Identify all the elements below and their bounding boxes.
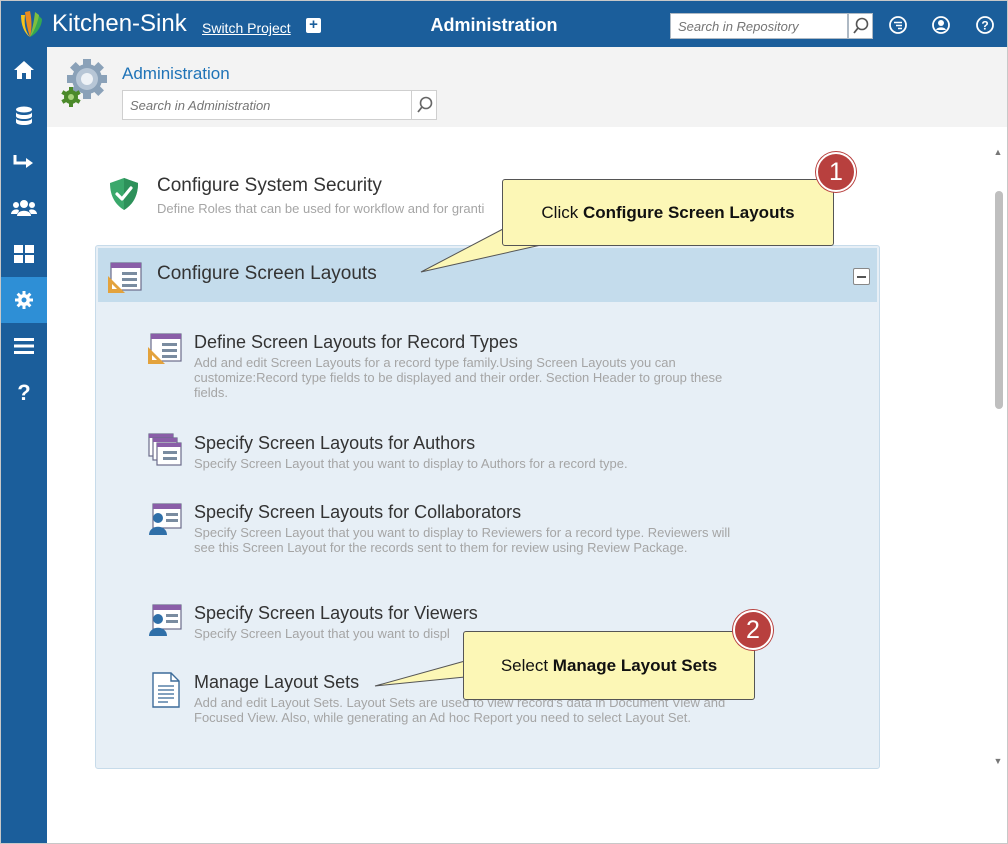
user-profile-icon[interactable] xyxy=(931,15,951,35)
svg-text:?: ? xyxy=(981,19,988,33)
security-title: Configure System Security xyxy=(157,175,382,196)
search-icon xyxy=(853,17,869,34)
callout-1-bold: Configure Screen Layouts xyxy=(582,202,795,222)
sidebar-item-help[interactable]: ? xyxy=(1,369,47,415)
item-title: Specify Screen Layouts for Viewers xyxy=(194,603,478,623)
collapse-button[interactable] xyxy=(853,268,870,285)
screen-layout-icon xyxy=(108,262,142,293)
scroll-down-arrow[interactable]: ▼ xyxy=(993,756,1003,766)
user-layout-icon xyxy=(149,503,182,535)
arrow-right-icon xyxy=(13,155,33,168)
tasks-icon[interactable] xyxy=(888,15,908,35)
scrollbar-thumb[interactable] xyxy=(995,191,1003,409)
admin-section-title: Administration xyxy=(122,64,230,83)
sidebar: ? xyxy=(1,47,47,843)
callout-2-bold: Manage Layout Sets xyxy=(552,655,718,675)
help-icon: ? xyxy=(17,381,30,403)
dashboard-icon xyxy=(14,245,34,263)
sidebar-item-workflow[interactable] xyxy=(1,139,47,185)
administration-gears-icon xyxy=(61,59,107,107)
sidebar-item-users[interactable] xyxy=(1,185,47,231)
admin-search-input[interactable] xyxy=(122,90,412,120)
shield-check-icon xyxy=(110,178,138,210)
step-1-badge: 1 xyxy=(816,152,856,192)
item-title: Define Screen Layouts for Record Types xyxy=(194,332,518,352)
users-icon xyxy=(11,200,37,216)
item-title: Manage Layout Sets xyxy=(194,672,360,692)
sidebar-item-menu[interactable] xyxy=(1,323,47,369)
top-bar: Kitchen-Sink Switch Project + Administra… xyxy=(1,1,1007,47)
layout-stack-icon xyxy=(148,433,182,466)
authors-layouts-item[interactable]: Specify Screen Layouts for Authors Speci… xyxy=(148,433,748,473)
admin-search-button[interactable] xyxy=(411,90,437,120)
repository-search-input[interactable] xyxy=(670,13,848,39)
help-circle-icon[interactable]: ? xyxy=(975,15,995,35)
database-icon xyxy=(16,106,32,125)
sidebar-item-administration[interactable] xyxy=(1,277,47,323)
home-icon xyxy=(14,61,34,79)
sidebar-item-home[interactable] xyxy=(1,47,47,93)
callout-2: Select Manage Layout Sets xyxy=(463,631,755,700)
scroll-up-arrow[interactable]: ▲ xyxy=(993,147,1003,157)
admin-header: Administration xyxy=(47,47,1007,127)
collaborators-layouts-item[interactable]: Specify Screen Layouts for Collaborators… xyxy=(148,502,748,572)
define-screen-layouts-item[interactable]: Define Screen Layouts for Record Types A… xyxy=(148,332,748,402)
callout-2-prefix: Select xyxy=(500,655,553,675)
security-description: Define Roles that can be used for workfl… xyxy=(157,201,485,216)
sidebar-item-repository[interactable] xyxy=(1,93,47,139)
user-layout-icon xyxy=(149,604,182,636)
item-title: Specify Screen Layouts for Collaborators xyxy=(194,502,522,522)
callout-1: Click Configure Screen Layouts xyxy=(502,179,834,246)
screen-layout-icon xyxy=(148,333,182,364)
search-icon xyxy=(417,96,433,113)
item-title: Specify Screen Layouts for Authors xyxy=(194,433,476,453)
app-window: Kitchen-Sink Switch Project + Administra… xyxy=(0,0,1008,844)
gear-icon xyxy=(15,291,33,309)
screen-layouts-title: Configure Screen Layouts xyxy=(157,263,377,284)
callout-1-prefix: Click xyxy=(541,202,583,222)
screen-layouts-panel-header[interactable]: Configure Screen Layouts xyxy=(98,248,877,302)
document-icon xyxy=(152,672,180,708)
svg-text:?: ? xyxy=(17,381,30,403)
item-description: Add and edit Screen Layouts for a record… xyxy=(194,355,723,400)
sidebar-item-dashboard[interactable] xyxy=(1,231,47,277)
repository-search-button[interactable] xyxy=(848,13,873,39)
step-2-badge: 2 xyxy=(733,610,773,650)
item-description: Specify Screen Layout that you want to d… xyxy=(194,525,731,555)
item-description: Specify Screen Layout that you want to d… xyxy=(194,456,628,471)
menu-icon xyxy=(14,338,34,354)
